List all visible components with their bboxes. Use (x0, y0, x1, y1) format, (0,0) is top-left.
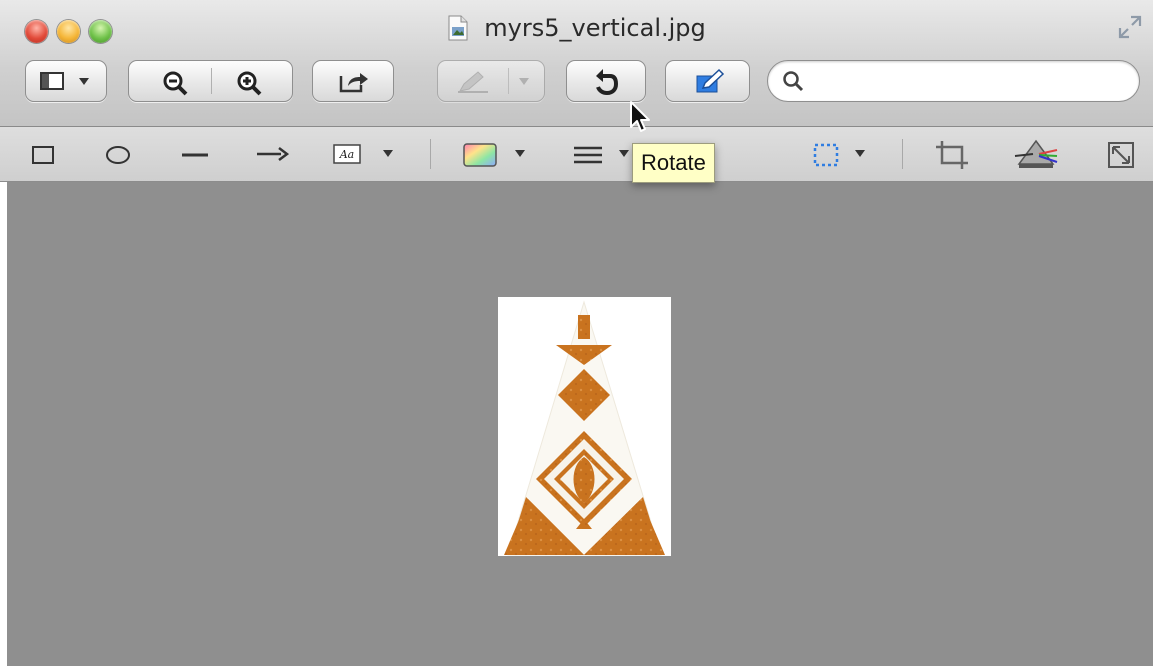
line-width-tool[interactable] (572, 127, 632, 181)
resize-icon (1108, 142, 1134, 168)
document-image[interactable] (498, 297, 671, 556)
resize-tool[interactable] (1106, 127, 1138, 181)
adjust-color-tool[interactable] (1013, 127, 1059, 181)
chevron-down-icon (515, 150, 525, 157)
window-title-area: myrs5_vertical.jpg (0, 14, 1153, 48)
arrow-tool[interactable] (255, 127, 289, 181)
zoom-in-button[interactable] (212, 61, 294, 101)
line-width-icon (574, 146, 602, 164)
annotate-button[interactable] (437, 60, 545, 102)
markup-toolbar: Aa (0, 127, 1153, 182)
search-field[interactable] (767, 60, 1140, 102)
zoom-out-icon (163, 71, 188, 96)
svg-text:Aa: Aa (339, 148, 355, 161)
text-box-tool[interactable]: Aa (330, 127, 400, 181)
quilt-tree-image (498, 297, 671, 556)
fullscreen-icon[interactable] (1117, 14, 1143, 40)
line-icon (182, 153, 208, 157)
chevron-down-icon (383, 150, 393, 157)
window-edge (0, 182, 7, 666)
color-icon (463, 143, 497, 167)
selection-icon (813, 143, 839, 167)
rotate-tooltip: Rotate (632, 143, 715, 183)
markup-icon (696, 68, 725, 93)
zoom-out-button[interactable] (129, 61, 211, 101)
crop-icon (936, 141, 968, 169)
rotate-icon (596, 69, 619, 96)
preview-window: myrs5_vertical.jpg Aa Rotate (0, 0, 1153, 666)
zoom-in-icon (237, 71, 262, 96)
document-icon[interactable] (447, 15, 469, 41)
line-tool[interactable] (180, 127, 210, 181)
color-tool[interactable] (462, 127, 532, 181)
chevron-down-icon (855, 150, 865, 157)
search-icon (783, 71, 804, 92)
share-button[interactable] (312, 60, 394, 102)
zoom-button-group (128, 60, 293, 102)
sidebar-icon (40, 72, 64, 90)
pen-icon (458, 71, 488, 93)
rotate-button[interactable] (566, 60, 646, 102)
crop-tool[interactable] (934, 127, 970, 181)
chevron-down-icon (519, 78, 529, 85)
adjust-color-icon (1014, 139, 1058, 168)
share-icon (339, 73, 368, 93)
title-toolbar-area: myrs5_vertical.jpg (0, 0, 1153, 127)
search-input[interactable] (812, 67, 1126, 97)
rectangle-tool[interactable] (30, 127, 60, 181)
arrow-icon (257, 147, 289, 161)
oval-icon (106, 146, 130, 164)
rectangle-icon (32, 146, 54, 164)
selection-tool[interactable] (812, 127, 872, 181)
cursor-arrow (628, 100, 656, 136)
text-box-icon: Aa (333, 144, 361, 164)
chevron-down-icon (619, 150, 629, 157)
sidebar-view-button[interactable] (25, 60, 107, 102)
chevron-down-icon (79, 78, 89, 85)
markup-toolbar-button[interactable] (665, 60, 750, 102)
window-title: myrs5_vertical.jpg (484, 14, 706, 42)
oval-tool[interactable] (104, 127, 134, 181)
